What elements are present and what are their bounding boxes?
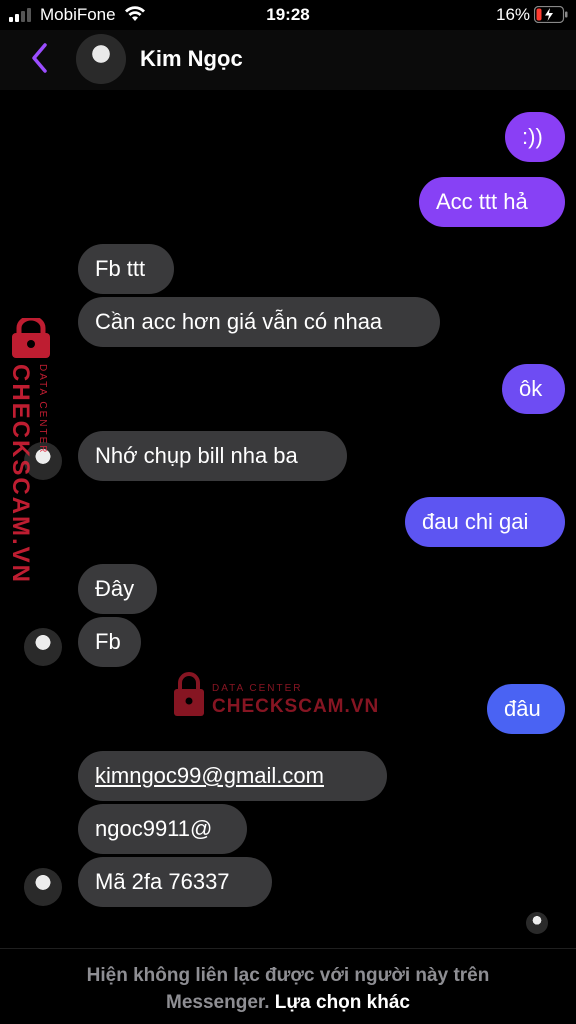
contact-avatar-small[interactable] [24,628,62,666]
seen-indicator-avatar [526,912,548,934]
unavailable-notice: Hiện không liên lạc được với người này t… [40,962,536,1016]
message-incoming[interactable]: Fb [78,617,141,667]
watermark-tag: DATA CENTER [37,364,48,455]
message-outgoing[interactable]: đâu [487,684,565,734]
message-outgoing[interactable]: :)) [505,112,565,162]
message-incoming[interactable]: Cần acc hơn giá vẫn có nhaa [78,297,440,347]
message-outgoing[interactable]: Acc ttt hả [419,177,565,227]
watermark-tag: DATA CENTER [212,683,303,694]
status-bar: MobiFone 19:28 16% [0,0,576,30]
watermark-brand: CHECKSCAM.VN [212,696,380,717]
contact-name[interactable]: Kim Ngọc [140,46,243,72]
message-incoming-link[interactable]: kimngoc99@gmail.com [78,751,387,801]
battery-percent: 16% [496,5,531,24]
watermark-brand: CHECKSCAM.VN [7,364,34,585]
footer-divider [0,948,576,949]
message-outgoing[interactable]: đau chi gai [405,497,565,547]
lock-icon [174,672,204,716]
battery-icon [534,6,568,23]
message-incoming[interactable]: Mã 2fa 76337 [78,857,272,907]
conversation-header: Kim Ngọc [0,30,576,90]
contact-avatar-small[interactable] [24,868,62,906]
message-incoming[interactable]: Đây [78,564,157,614]
other-options-link[interactable]: Lựa chọn khác [275,992,410,1013]
message-incoming[interactable]: ngoc9911@ [78,804,247,854]
contact-avatar[interactable] [76,34,126,84]
message-outgoing[interactable]: ôk [502,364,565,414]
clock: 19:28 [266,5,310,24]
lock-icon [12,318,50,358]
message-incoming[interactable]: Fb ttt [78,244,174,294]
back-chevron-icon[interactable] [28,42,52,74]
message-incoming[interactable]: Nhớ chụp bill nha ba [78,431,347,481]
